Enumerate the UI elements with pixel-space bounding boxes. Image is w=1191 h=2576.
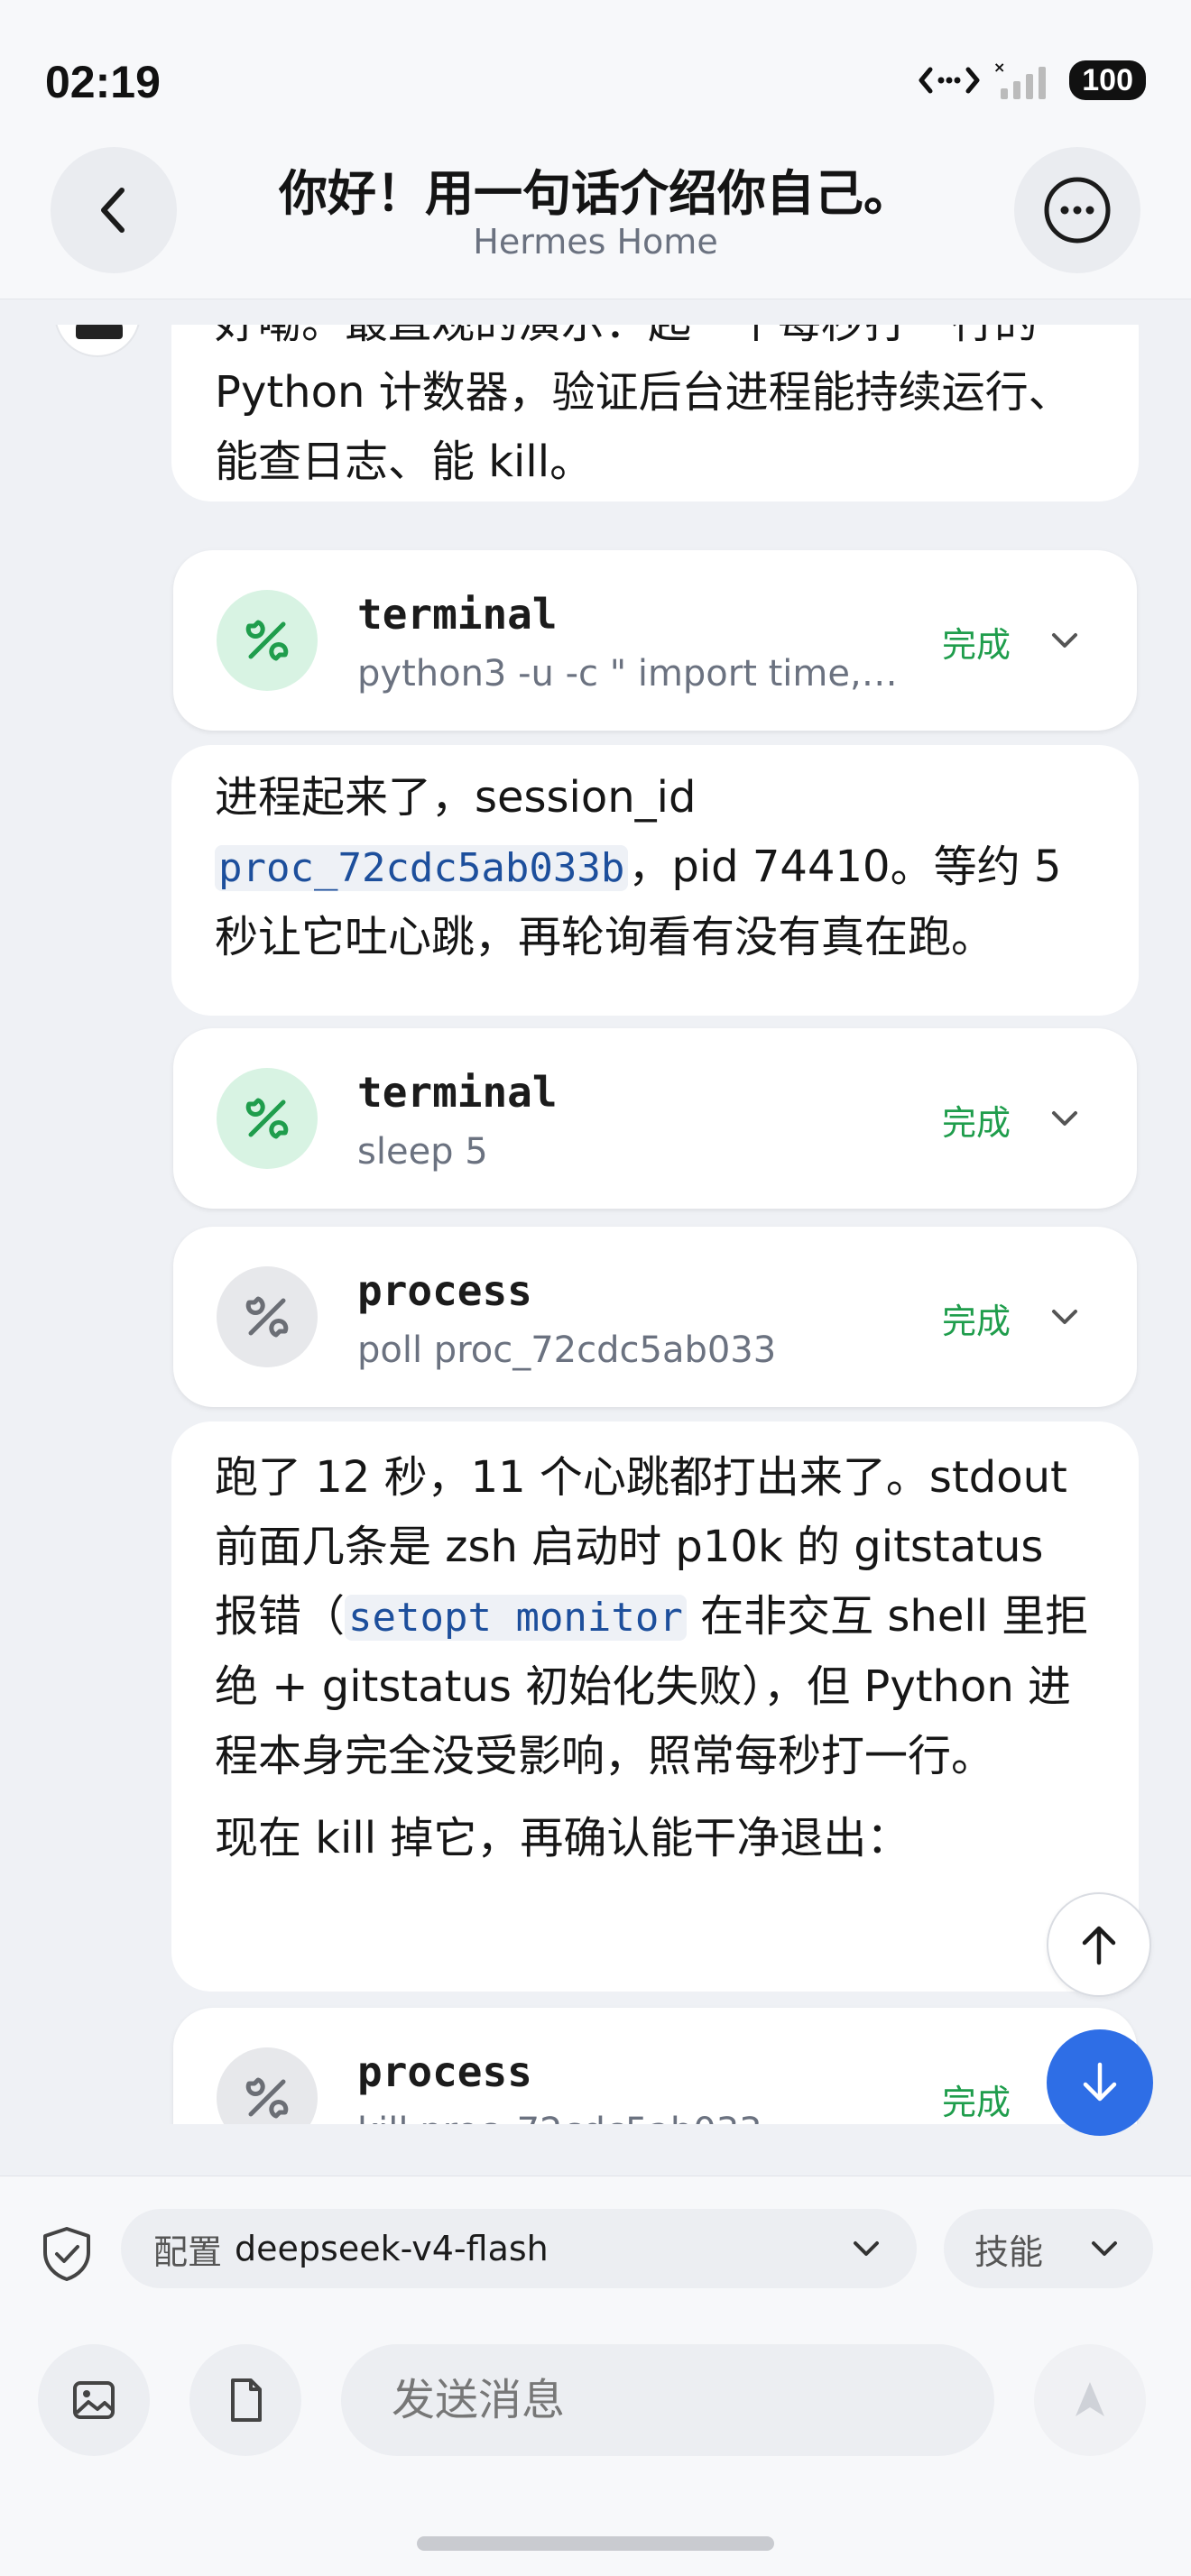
tool-status: 完成 bbox=[941, 2083, 1011, 2122]
tool-name: terminal bbox=[357, 1068, 558, 1117]
chat-message-list[interactable]: 好嘞。最直观的演示：起一个每秒打一行的 Python 计数器，验证后台进程能持续… bbox=[0, 325, 1191, 2124]
file-icon bbox=[231, 2378, 262, 2422]
chevron-down-icon[interactable] bbox=[1047, 622, 1083, 658]
tool-icon bbox=[217, 1068, 318, 1169]
assistant-message: 跑了 12 秒，11 个心跳都打出来了。stdout 前面几条是 zsh 启动时… bbox=[171, 1421, 1139, 1992]
home-indicator[interactable] bbox=[417, 2536, 774, 2551]
tool-icon bbox=[217, 1266, 318, 1367]
scroll-to-bottom-button[interactable] bbox=[1047, 2029, 1153, 2136]
chevron-down-icon bbox=[854, 2241, 879, 2256]
tool-icon bbox=[245, 1098, 289, 1139]
assistant-message: 好嘞。最直观的演示：起一个每秒打一行的 Python 计数器，验证后台进程能持续… bbox=[171, 325, 1139, 501]
more-options-button[interactable] bbox=[1014, 147, 1140, 273]
message-text: 跑了 12 秒，11 个心跳都打出来了。stdout 前面几条是 zsh 启动时… bbox=[215, 1443, 1095, 1791]
composer-panel: 配置 deepseek-v4-flash 技能 bbox=[0, 2176, 1191, 2576]
tool-call-card[interactable]: process kill proc_72cdc5ab033 完成 bbox=[173, 2008, 1137, 2124]
chevron-down-icon[interactable] bbox=[1047, 1100, 1083, 1136]
attach-image-button[interactable] bbox=[38, 2344, 150, 2456]
scroll-to-top-button[interactable] bbox=[1047, 1892, 1151, 1997]
message-text: 好嘞。最直观的演示：起一个每秒打一行的 Python 计数器，验证后台进程能持续… bbox=[215, 325, 1072, 487]
chevron-down-icon[interactable] bbox=[1047, 1299, 1083, 1335]
chat-header: 你好！用一句话介绍你自己。 Hermes Home bbox=[0, 144, 1191, 299]
tool-command: poll proc_72cdc5ab033 bbox=[357, 1329, 777, 1371]
assistant-message: 进程起来了，session_id proc_72cdc5ab033b，pid 7… bbox=[171, 745, 1139, 1016]
tool-status: 完成 bbox=[941, 1302, 1011, 1341]
config-value: deepseek-v4-flash bbox=[235, 2229, 549, 2268]
tool-name: process bbox=[357, 1266, 532, 1315]
chat-subtitle: Hermes Home bbox=[473, 222, 718, 262]
model-config-dropdown[interactable]: 配置 deepseek-v4-flash bbox=[121, 2209, 917, 2288]
status-bar: 02:19 × 100 bbox=[0, 0, 1191, 144]
tool-call-card[interactable]: terminal python3 -u -c " import time, ..… bbox=[173, 550, 1137, 731]
message-text: 进程起来了，session_id proc_72cdc5ab033b，pid 7… bbox=[215, 763, 1095, 972]
tool-icon bbox=[245, 2077, 289, 2119]
tool-icon bbox=[217, 590, 318, 691]
tool-icon bbox=[245, 620, 289, 661]
inline-code: setopt monitor bbox=[345, 1595, 687, 1641]
send-button[interactable] bbox=[1034, 2344, 1146, 2456]
config-label: 配置 bbox=[153, 2231, 223, 2272]
tool-name: process bbox=[357, 2047, 532, 2096]
message-input[interactable] bbox=[341, 2344, 994, 2456]
image-icon bbox=[73, 2381, 115, 2419]
battery-indicator: 100 bbox=[1069, 60, 1146, 100]
cellular-signal-icon: × bbox=[993, 60, 1047, 99]
tool-call-card[interactable]: terminal sleep 5 完成 bbox=[173, 1028, 1137, 1209]
chat-title: 你好！用一句话介绍你自己。 bbox=[279, 165, 912, 222]
more-horizontal-icon bbox=[1044, 177, 1111, 244]
message-text-part: 进程起来了，session_id bbox=[215, 772, 697, 823]
svg-text:×: × bbox=[993, 60, 1005, 76]
inline-code: proc_72cdc5ab033b bbox=[215, 845, 629, 891]
tool-command: sleep 5 bbox=[357, 1131, 488, 1173]
message-text: 现在 kill 掉它，再确认能干净退出： bbox=[215, 1813, 910, 1863]
tool-command: python3 -u -c " import time, ... bbox=[357, 653, 899, 695]
tool-status: 完成 bbox=[941, 1103, 1011, 1143]
status-icons: × 100 bbox=[918, 60, 1146, 101]
assistant-avatar bbox=[54, 325, 141, 357]
chevron-down-icon bbox=[1092, 2241, 1117, 2256]
tool-icon bbox=[245, 1296, 289, 1338]
tool-command: kill proc_72cdc5ab033 bbox=[357, 2111, 899, 2124]
status-time: 02:19 bbox=[45, 57, 161, 107]
skills-dropdown[interactable]: 技能 bbox=[944, 2209, 1153, 2288]
arrow-up-icon bbox=[1082, 1926, 1116, 1965]
tool-status: 完成 bbox=[941, 625, 1011, 665]
tool-call-card[interactable]: process poll proc_72cdc5ab033 完成 bbox=[173, 1227, 1137, 1407]
shield-check-icon[interactable] bbox=[40, 2225, 94, 2283]
tool-icon bbox=[217, 2047, 318, 2124]
skills-label: 技能 bbox=[974, 2231, 1044, 2272]
attach-file-button[interactable] bbox=[189, 2344, 301, 2456]
tool-name: terminal bbox=[357, 590, 558, 639]
arrow-down-icon bbox=[1083, 2062, 1117, 2102]
data-transfer-icon bbox=[919, 67, 980, 94]
send-icon bbox=[1076, 2382, 1104, 2416]
